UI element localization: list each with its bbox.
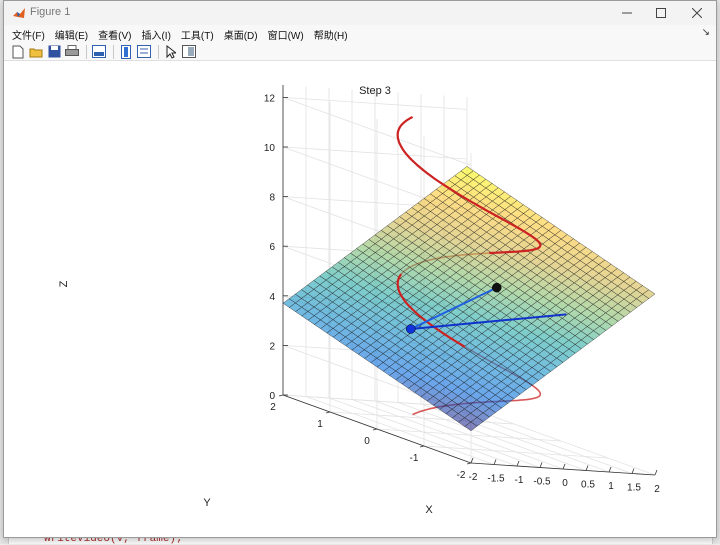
y-tick-label: -1 xyxy=(410,453,419,464)
toolbar-separator xyxy=(113,44,114,59)
open-file-icon xyxy=(29,48,43,57)
z-tick-label: 12 xyxy=(264,93,276,104)
x-tick-mark xyxy=(493,459,497,465)
print-button[interactable] xyxy=(64,44,80,60)
menu-desktop[interactable]: 桌面(D) xyxy=(219,27,263,42)
x-tick-label: -2 xyxy=(469,472,478,483)
menu-tools[interactable]: 工具(T) xyxy=(176,27,219,42)
z-axis-label: Z xyxy=(58,280,70,287)
axes-3d[interactable]: -2 -1.5 -1 -0.5 0 0.5 1 1.5 2-2-1012024681012 St… xyxy=(4,61,716,537)
open-file-button[interactable] xyxy=(28,44,44,60)
minimize-button[interactable] xyxy=(610,3,644,23)
x-tick-label: 0.5 xyxy=(581,480,595,491)
y-tick-label: 2 xyxy=(270,402,276,413)
x-tick-label: -0.5 xyxy=(533,477,551,488)
y-tick-mark xyxy=(325,411,331,414)
menu-dock-arrow-icon[interactable]: ↘ xyxy=(702,27,710,38)
x-tick-mark xyxy=(654,469,658,476)
x-tick-mark xyxy=(516,460,520,467)
point-p xyxy=(492,282,502,293)
figure-toolbar xyxy=(4,43,716,61)
x-tick-mark xyxy=(562,463,566,470)
edit-plot-button[interactable] xyxy=(163,44,179,60)
x-tick-label: 2 xyxy=(654,484,660,495)
window-title: Figure 1 xyxy=(30,6,71,18)
y-tick-mark xyxy=(419,445,425,448)
x-tick-mark xyxy=(631,468,635,474)
menu-help[interactable]: 帮助(H) xyxy=(309,27,353,42)
print-icon xyxy=(65,45,79,56)
z-tick-label: 4 xyxy=(269,292,275,303)
close-icon xyxy=(692,8,702,18)
y-tick-label: -2 xyxy=(457,470,466,481)
x-tick-label: -1.5 xyxy=(487,474,505,485)
x-tick-mark xyxy=(585,465,589,471)
z-tick-label: 2 xyxy=(269,341,275,352)
z-tick-label: 0 xyxy=(269,391,275,402)
title-bar[interactable]: Figure 1 xyxy=(4,1,716,25)
edit-plot-icon xyxy=(166,44,176,59)
x-tick-mark xyxy=(608,466,612,473)
property-inspector-icon xyxy=(182,45,196,58)
figure-window: Figure 1 文件(F) 编辑(E) 查看(V) 插入(I) 工具(T) 桌… xyxy=(3,0,717,538)
save-icon xyxy=(48,45,60,58)
surface-plane xyxy=(282,166,656,432)
z-tick-label: 10 xyxy=(264,143,276,154)
maximize-icon xyxy=(656,8,666,18)
maximize-button[interactable] xyxy=(644,3,678,23)
menu-view[interactable]: 查看(V) xyxy=(93,27,136,42)
menu-insert[interactable]: 插入(I) xyxy=(136,27,175,42)
chart-title: Step 3 xyxy=(359,85,391,97)
menu-edit[interactable]: 编辑(E) xyxy=(50,27,93,42)
x-tick-label: 1 xyxy=(608,481,614,492)
legend-button[interactable] xyxy=(136,44,152,60)
z-tick-label: 6 xyxy=(269,242,275,253)
colorbar-icon xyxy=(121,44,131,59)
close-button[interactable] xyxy=(680,3,714,23)
figure-canvas[interactable]: -2 -1.5 -1 -0.5 0 0.5 1 1.5 2 -2 -1 0 1 2 0 2 4 6 8 10 12 St… xyxy=(4,61,716,537)
y-tick-label: 1 xyxy=(317,419,323,430)
minimize-icon xyxy=(622,12,632,14)
link-plot-icon xyxy=(92,45,106,58)
point-q xyxy=(406,324,416,334)
menu-file[interactable]: 文件(F) xyxy=(4,27,50,42)
link-plot-button[interactable] xyxy=(91,44,107,60)
x-tick-mark xyxy=(539,462,543,468)
x-tick-label: 0 xyxy=(562,478,568,489)
colorbar-button[interactable] xyxy=(118,44,134,60)
x-tick-label: -1 xyxy=(515,475,524,486)
menu-bar: 文件(F) 编辑(E) 查看(V) 插入(I) 工具(T) 桌面(D) 窗口(W… xyxy=(4,25,716,43)
toolbar-separator xyxy=(158,44,159,59)
y-tick-mark xyxy=(278,394,284,397)
new-figure-button[interactable] xyxy=(10,44,26,60)
y-tick-mark xyxy=(372,428,378,431)
y-tick-label: 0 xyxy=(364,436,370,447)
save-button[interactable] xyxy=(46,44,62,60)
x-axis-label: X xyxy=(425,504,433,516)
legend-icon xyxy=(137,45,151,58)
new-figure-icon xyxy=(12,45,24,58)
toolbar-separator xyxy=(86,44,87,59)
y-tick-mark xyxy=(466,462,472,465)
y-axis-label: Y xyxy=(203,497,211,509)
matlab-logo-icon xyxy=(13,8,25,18)
x-tick-label: 1.5 xyxy=(627,483,641,494)
z-tick-label: 8 xyxy=(269,193,275,204)
property-inspector-button[interactable] xyxy=(181,44,197,60)
menu-window[interactable]: 窗口(W) xyxy=(263,27,309,42)
